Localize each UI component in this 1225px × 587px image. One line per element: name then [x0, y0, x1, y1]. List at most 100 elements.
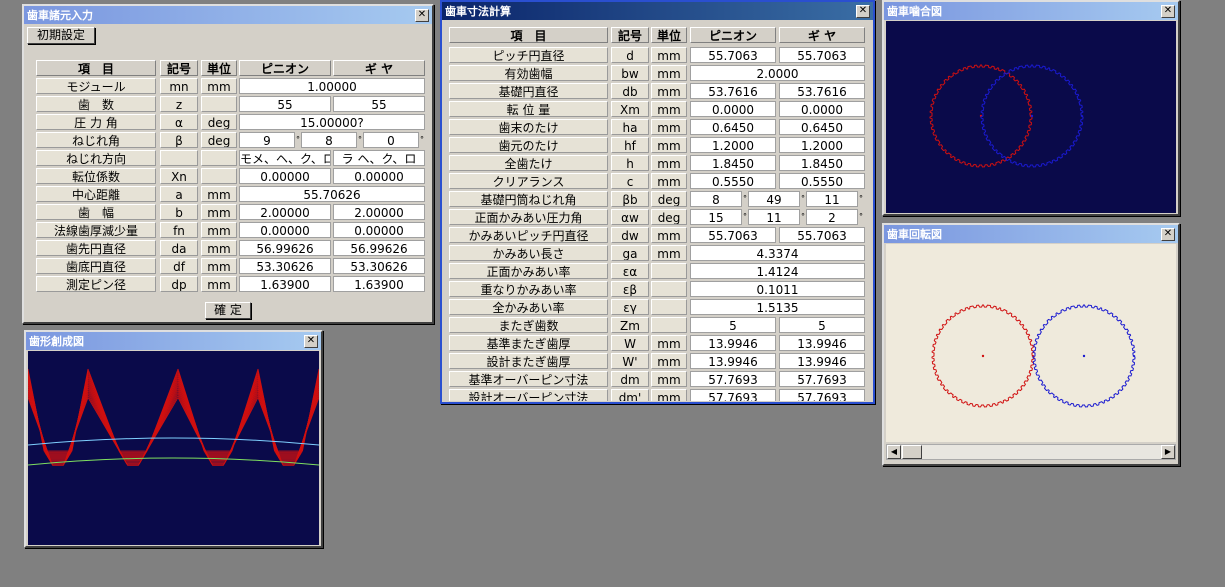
angle-part-field[interactable]: 11	[806, 191, 858, 207]
merged-value-field[interactable]: 4.3374	[690, 245, 865, 261]
gear-value-field[interactable]: ラ ヘ、ク、ロ	[333, 150, 425, 166]
row-label: 重なりかみあい率	[449, 281, 608, 297]
spinner-icon[interactable]: °	[858, 191, 864, 207]
gear-value-field[interactable]: 0.5550	[779, 173, 865, 189]
merged-value-field[interactable]: 1.4124	[690, 263, 865, 279]
merged-value-field[interactable]: 1.5135	[690, 299, 865, 315]
row-symbol: b	[160, 204, 198, 220]
results-table: 項 目記号 単位 ピニオンギ ヤピッチ円直径 d mm 55.7063 55.7063 有効歯…	[449, 27, 873, 401]
init-settings-button[interactable]: 初期設定	[27, 27, 95, 44]
input-window-titlebar[interactable]: 歯車諸元入力 ✕	[24, 6, 432, 24]
pinion-value-field[interactable]: 0.5550	[690, 173, 776, 189]
gear-rotation-titlebar[interactable]: 歯車回転図 ✕	[884, 225, 1178, 243]
gear-value-field[interactable]: 57.7693	[779, 371, 865, 387]
gear-value-field[interactable]: 5	[779, 317, 865, 333]
gear-value-field[interactable]: 1.2000	[779, 137, 865, 153]
pinion-value-field[interactable]: 0.6450	[690, 119, 776, 135]
row-unit	[651, 299, 687, 315]
pinion-value-field[interactable]: モメ、ヘ、ク、ロ	[239, 150, 331, 166]
angle-part-field[interactable]: 49	[748, 191, 800, 207]
gear-value-field[interactable]: 55	[333, 96, 425, 112]
pinion-value-field[interactable]: 55.7063	[690, 47, 776, 63]
close-icon[interactable]: ✕	[415, 8, 429, 22]
column-header: 項 目	[449, 27, 608, 43]
angle-part-field[interactable]: 8	[690, 191, 742, 207]
gear-value-field[interactable]: 2.00000	[333, 204, 425, 220]
gear-value-field[interactable]: 1.8450	[779, 155, 865, 171]
merged-value-field[interactable]: 55.70626	[239, 186, 425, 202]
row-label: 測定ピン径	[36, 276, 156, 292]
angle-part-field[interactable]: 8	[301, 132, 357, 148]
merged-value-field[interactable]: 0.1011	[690, 281, 865, 297]
pinion-value-field[interactable]: 13.9946	[690, 353, 776, 369]
pinion-value-field[interactable]: 1.63900	[239, 276, 331, 292]
angle-part-field[interactable]: 9	[239, 132, 295, 148]
input-window-title: 歯車諸元入力	[27, 9, 93, 22]
spinner-icon[interactable]: °	[858, 209, 864, 225]
close-icon[interactable]: ✕	[1161, 227, 1175, 241]
pinion-value-field[interactable]: 0.00000	[239, 168, 331, 184]
gear-value-field[interactable]: 57.7693	[779, 389, 865, 401]
generation-trace	[87, 386, 179, 461]
pinion-value-field[interactable]: 55	[239, 96, 331, 112]
row-symbol: α	[160, 114, 198, 130]
gear-value-field[interactable]: 1.63900	[333, 276, 425, 292]
row-label: 転 位 量	[449, 101, 608, 117]
pinion-value-field[interactable]: 55.7063	[690, 227, 776, 243]
horizontal-scrollbar[interactable]: ◀ ▶	[886, 444, 1176, 460]
close-icon[interactable]: ✕	[304, 334, 318, 348]
row-label: 法線歯厚減少量	[36, 222, 156, 238]
pinion-value-field[interactable]: 5	[690, 317, 776, 333]
gear-value-field[interactable]: 13.9946	[779, 353, 865, 369]
row-label: 歯元のたけ	[449, 137, 608, 153]
pinion-value-field[interactable]: 0.0000	[690, 101, 776, 117]
gear-value-field[interactable]: 0.00000	[333, 168, 425, 184]
pinion-value-field[interactable]: 57.7693	[690, 371, 776, 387]
tooth-generation-titlebar[interactable]: 歯形創成図 ✕	[26, 332, 321, 350]
pinion-value-field[interactable]: 0.00000	[239, 222, 331, 238]
generation-trace	[257, 368, 319, 452]
row-unit	[201, 96, 237, 112]
confirm-button[interactable]: 確 定	[205, 302, 251, 319]
tooth-generation-title: 歯形創成図	[29, 335, 84, 348]
row-unit	[201, 168, 237, 184]
angle-part-field[interactable]: 2	[806, 209, 858, 225]
angle-part-field[interactable]: 0	[363, 132, 419, 148]
merged-value-field[interactable]: 15.00000?	[239, 114, 425, 130]
pinion-value-field[interactable]: 1.8450	[690, 155, 776, 171]
gear-value-field[interactable]: 56.99626	[333, 240, 425, 256]
pinion-value-field[interactable]: 2.00000	[239, 204, 331, 220]
gear-value-field[interactable]: 0.0000	[779, 101, 865, 117]
pinion-value-field[interactable]: 56.99626	[239, 240, 331, 256]
gear-value-field[interactable]: 0.6450	[779, 119, 865, 135]
merged-value-field[interactable]: 2.0000	[690, 65, 865, 81]
scrollbar-thumb[interactable]	[902, 445, 922, 459]
gear-value-field[interactable]: 13.9946	[779, 335, 865, 351]
generation-trace	[28, 393, 89, 464]
results-window-titlebar[interactable]: 歯車寸法計算 ✕	[442, 2, 873, 20]
input-window: 歯車諸元入力 ✕ 初期設定 項 目記号 単位 ピニオンギ ヤモジュール mn mm 1.0…	[22, 4, 434, 324]
pinion-value-field[interactable]: 57.7693	[690, 389, 776, 401]
gear-value-field[interactable]: 55.7063	[779, 227, 865, 243]
row-label: 圧 力 角	[36, 114, 156, 130]
angle-part-field[interactable]: 11	[748, 209, 800, 225]
arrow-right-icon[interactable]: ▶	[1161, 445, 1175, 459]
pinion-value-field[interactable]: 53.7616	[690, 83, 776, 99]
row-symbol: h	[611, 155, 649, 171]
pinion-value-field[interactable]: 53.30626	[239, 258, 331, 274]
pinion-value-field[interactable]: 1.2000	[690, 137, 776, 153]
gear-mesh-titlebar[interactable]: 歯車噛合図 ✕	[884, 2, 1178, 20]
gear-value-field[interactable]: 0.00000	[333, 222, 425, 238]
gear-value-field[interactable]: 55.7063	[779, 47, 865, 63]
pinion-value-field[interactable]: 13.9946	[690, 335, 776, 351]
gear-value-field[interactable]: 53.30626	[333, 258, 425, 274]
row-label: 基礎円筒ねじれ角	[449, 191, 608, 207]
arrow-left-icon[interactable]: ◀	[887, 445, 901, 459]
angle-part-field[interactable]: 15	[690, 209, 742, 225]
root-circle-arc	[28, 457, 319, 466]
spinner-icon[interactable]: °	[419, 132, 425, 148]
close-icon[interactable]: ✕	[856, 4, 870, 18]
gear-value-field[interactable]: 53.7616	[779, 83, 865, 99]
close-icon[interactable]: ✕	[1161, 4, 1175, 18]
merged-value-field[interactable]: 1.00000	[239, 78, 425, 94]
